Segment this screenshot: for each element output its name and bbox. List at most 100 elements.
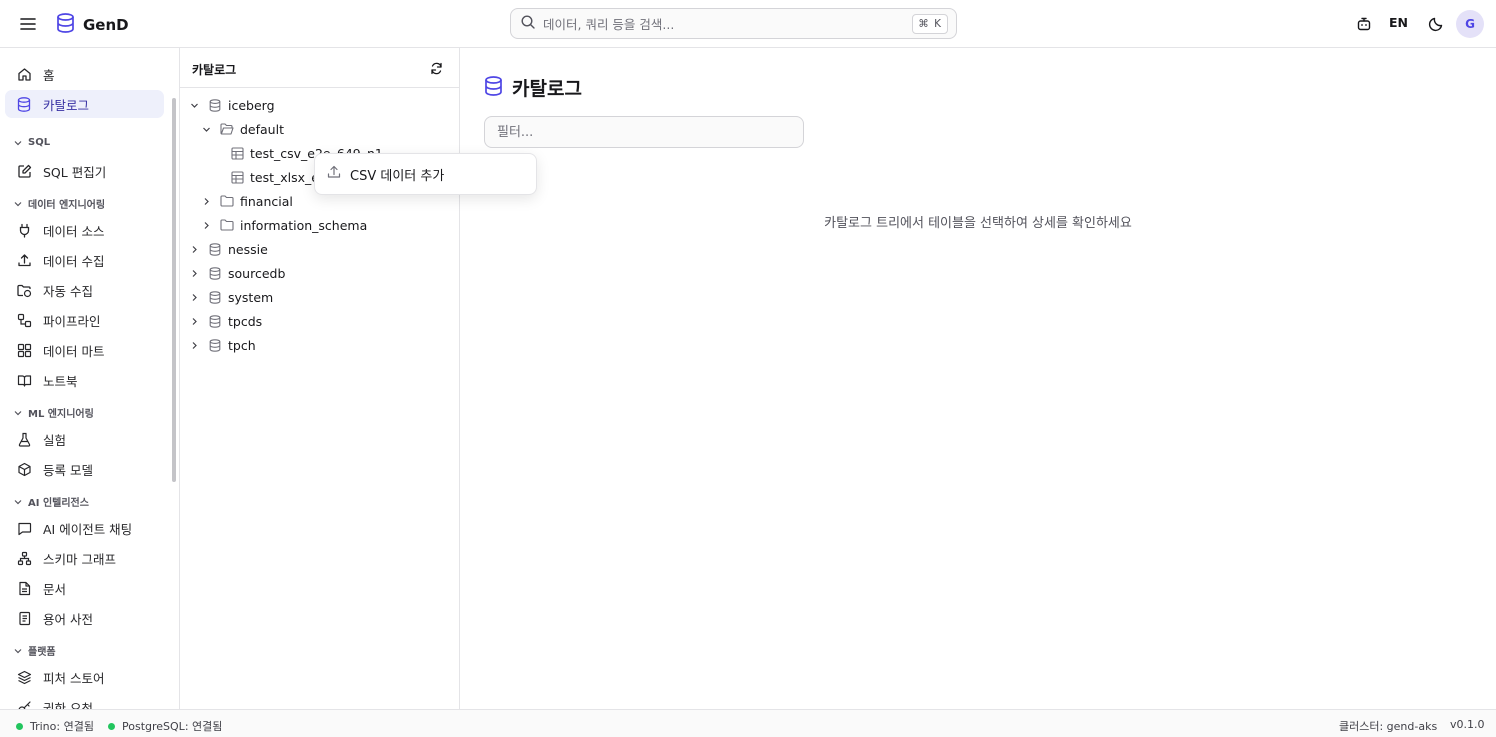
chat-icon [16, 520, 32, 536]
search-shortcut-badge: ⌘ K [912, 14, 948, 34]
tree-node-default[interactable]: default [200, 118, 284, 140]
database-icon [208, 338, 222, 352]
sidebar-scrollbar[interactable] [172, 98, 176, 482]
sidebar-item-label: 홈 [43, 67, 55, 83]
sidebar: 홈 카탈로그 SQL SQL 편집기 데이터 엔지니어링 데이터 소스 데이터 … [0, 48, 180, 709]
status-label: PostgreSQL: 연결됨 [122, 720, 223, 733]
tree-node-iceberg[interactable]: iceberg [188, 94, 275, 116]
sidebar-section-ai-intelligence[interactable]: AI 인텔리전스 [14, 494, 89, 509]
tree-node-information-schema[interactable]: information_schema [200, 214, 367, 236]
database-icon [208, 98, 222, 112]
tree-node-label: iceberg [228, 97, 275, 113]
database-icon [16, 96, 32, 112]
tree-node-nessie[interactable]: nessie [188, 238, 268, 260]
sidebar-item-label: 문서 [43, 581, 67, 597]
page-title: 카탈로그 [484, 74, 582, 101]
bot-icon[interactable] [1354, 14, 1374, 34]
chevron-right-icon[interactable] [188, 315, 200, 327]
page-title-text: 카탈로그 [512, 78, 582, 100]
sidebar-item-access-request[interactable]: 권한 요청 [5, 693, 164, 709]
database-icon [208, 266, 222, 280]
status-dot-icon [108, 722, 115, 730]
tree-node-label: test_xlsx_e [250, 169, 319, 185]
moon-icon[interactable] [1426, 14, 1446, 34]
language-toggle[interactable]: EN [1389, 15, 1408, 30]
sidebar-item-auto-ingestion[interactable]: 자동 수집 [5, 276, 164, 304]
sidebar-section-data-engineering[interactable]: 데이터 엔지니어링 [14, 196, 105, 211]
sidebar-item-data-ingestion[interactable]: 데이터 수집 [5, 246, 164, 274]
sidebar-item-experiment[interactable]: 실험 [5, 425, 164, 453]
sidebar-item-schema-graph[interactable]: 스키마 그래프 [5, 544, 164, 572]
sidebar-section-platform[interactable]: 플랫폼 [14, 643, 56, 658]
sidebar-section-ml-engineering[interactable]: ML 엔지니어링 [14, 405, 94, 420]
database-icon [208, 242, 222, 256]
tree-node-tpch[interactable]: tpch [188, 334, 256, 356]
trino-status: Trino: 연결됨 [16, 718, 94, 734]
chevron-down-icon [14, 201, 22, 206]
search-icon [521, 14, 535, 33]
chevron-down-icon [14, 140, 22, 145]
status-bar: Trino: 연결됨 PostgreSQL: 연결됨 클러스터: gend-ak… [0, 709, 1496, 737]
sidebar-section-title: 데이터 엔지니어링 [28, 200, 106, 211]
database-logo-icon [56, 13, 75, 37]
app-logo[interactable]: GenD [56, 13, 129, 37]
filter-input[interactable] [484, 116, 804, 148]
chevron-right-icon[interactable] [188, 267, 200, 279]
chevron-down-icon[interactable] [200, 123, 212, 135]
tree-node-system[interactable]: system [188, 286, 273, 308]
sidebar-item-pipeline[interactable]: 파이프라인 [5, 306, 164, 334]
chevron-down-icon [14, 410, 22, 415]
chevron-down-icon [14, 648, 22, 653]
sidebar-item-sql-editor[interactable]: SQL 편집기 [5, 157, 164, 185]
sidebar-item-ai-agent-chat[interactable]: AI 에이전트 채팅 [5, 514, 164, 542]
network-icon [16, 550, 32, 566]
layers-icon [16, 669, 32, 685]
tree-node-table[interactable]: test_xlsx_e [224, 166, 319, 188]
sidebar-item-registered-models[interactable]: 등록 모델 [5, 455, 164, 483]
status-dot-icon [16, 722, 23, 730]
empty-state-message: 카탈로그 트리에서 테이블을 선택하여 상세를 확인하세요 [824, 216, 1132, 231]
folder-icon [220, 194, 234, 208]
sidebar-item-catalog[interactable]: 카탈로그 [5, 90, 164, 118]
sidebar-item-label: 데이터 수집 [43, 253, 105, 269]
tree-node-financial[interactable]: financial [200, 190, 293, 212]
chevron-down-icon[interactable] [188, 99, 200, 111]
chevron-right-icon[interactable] [188, 243, 200, 255]
flask-icon [16, 431, 32, 447]
sidebar-item-data-mart[interactable]: 데이터 마트 [5, 336, 164, 364]
version-label: v0.1.0 [1450, 718, 1485, 731]
table-icon [230, 146, 244, 160]
sidebar-item-glossary[interactable]: 용어 사전 [5, 604, 164, 632]
chevron-right-icon[interactable] [200, 195, 212, 207]
refresh-icon[interactable] [428, 60, 444, 76]
context-menu-add-csv[interactable]: CSV 데이터 추가 [314, 153, 537, 195]
chevron-right-icon[interactable] [188, 339, 200, 351]
sidebar-item-label: 카탈로그 [43, 97, 90, 113]
sidebar-section-title: SQL [28, 137, 51, 148]
sidebar-item-notebook[interactable]: 노트북 [5, 366, 164, 394]
sidebar-item-label: 데이터 소스 [43, 223, 105, 239]
sidebar-item-feature-store[interactable]: 피처 스토어 [5, 663, 164, 691]
user-avatar[interactable]: G [1456, 10, 1484, 38]
chevron-right-icon[interactable] [188, 291, 200, 303]
sidebar-item-home[interactable]: 홈 [5, 60, 164, 88]
sidebar-section-sql[interactable]: SQL [14, 137, 50, 148]
sidebar-item-label: 등록 모델 [43, 462, 93, 478]
table-icon [230, 170, 244, 184]
sidebar-item-label: SQL 편집기 [43, 164, 107, 180]
hamburger-menu-icon[interactable] [18, 14, 38, 34]
sidebar-item-label: 데이터 마트 [43, 343, 105, 359]
tree-node-tpcds[interactable]: tpcds [188, 310, 262, 332]
chevron-right-icon[interactable] [200, 219, 212, 231]
chevron-down-icon [14, 499, 22, 504]
sidebar-item-documents[interactable]: 문서 [5, 574, 164, 602]
sidebar-item-label: 스키마 그래프 [43, 551, 116, 567]
search-placeholder: 데이터, 쿼리 등을 검색... [543, 17, 675, 32]
catalog-tree-panel: 카탈로그 iceberg default test_csv_e2e_649_n1… [180, 48, 460, 709]
workflow-icon [16, 312, 32, 328]
sidebar-item-label: AI 에이전트 채팅 [43, 521, 133, 537]
sidebar-item-data-source[interactable]: 데이터 소스 [5, 216, 164, 244]
catalog-panel-header: 카탈로그 [180, 48, 460, 88]
global-search[interactable]: 데이터, 쿼리 등을 검색... ⌘ K [510, 8, 957, 39]
tree-node-sourcedb[interactable]: sourcedb [188, 262, 285, 284]
